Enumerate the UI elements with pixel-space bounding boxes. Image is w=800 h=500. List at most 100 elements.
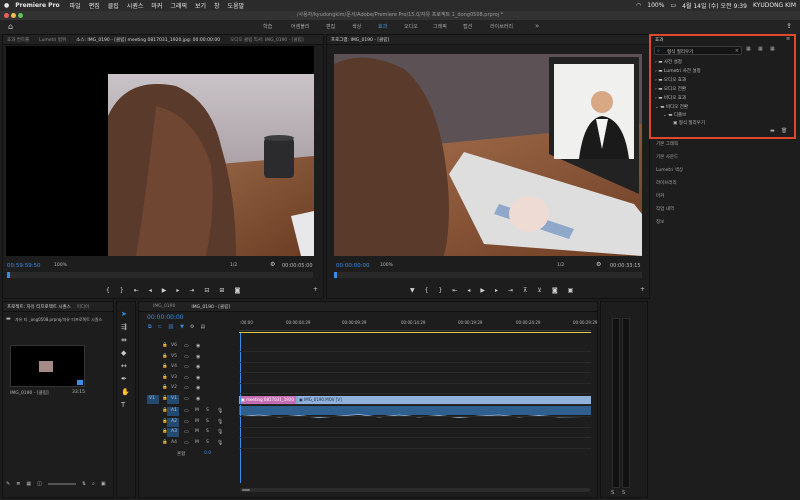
program-mark-out-icon[interactable]: }: [438, 287, 442, 294]
go-to-out-icon[interactable]: ⇥: [189, 287, 194, 294]
mark-out-icon[interactable]: }: [120, 287, 124, 294]
source-playhead[interactable]: [7, 272, 10, 278]
lock-icon[interactable]: 🔒: [162, 375, 168, 380]
menu-file[interactable]: 파일: [70, 1, 81, 10]
work-area-bar[interactable]: [239, 332, 591, 333]
solo-button[interactable]: S: [206, 419, 209, 424]
lift-icon[interactable]: ⊼: [523, 287, 527, 294]
lock-icon[interactable]: 🔒: [162, 396, 168, 401]
workspace-tab-captions[interactable]: 캡션: [463, 23, 472, 30]
extract-icon[interactable]: ⊻: [537, 287, 541, 294]
sync-lock-icon[interactable]: ▭: [184, 429, 189, 435]
mute-button[interactable]: M: [195, 419, 199, 424]
track-label-v4[interactable]: V4: [171, 364, 177, 369]
program-mark-in-icon[interactable]: {: [425, 287, 429, 294]
eye-icon[interactable]: ◉: [196, 343, 200, 349]
pen-tool-icon[interactable]: ✒: [121, 375, 130, 383]
track-label-v3[interactable]: V3: [171, 375, 177, 380]
step-forward-icon[interactable]: ▸: [176, 287, 179, 294]
track-label-v1[interactable]: V1: [171, 396, 177, 401]
program-timecode[interactable]: 00:00:00:00: [336, 263, 370, 269]
tab-effect-controls[interactable]: 효과 컨트롤: [7, 37, 29, 43]
new-item-icon[interactable]: ▣: [101, 481, 106, 487]
workspace-tab-learn[interactable]: 학습: [263, 23, 272, 30]
camera-icon[interactable]: ◙: [234, 287, 240, 294]
user-name[interactable]: KYUDONG KIM: [753, 2, 796, 9]
overwrite-icon[interactable]: ⊞: [219, 287, 224, 294]
selection-tool-icon[interactable]: ➤: [121, 310, 130, 318]
eye-icon[interactable]: ◉: [196, 375, 200, 381]
close-window-button[interactable]: [4, 13, 9, 18]
sync-lock-icon[interactable]: ▭: [184, 385, 189, 391]
minimize-window-button[interactable]: [11, 13, 16, 18]
source-timecode[interactable]: 00:59:59:50: [7, 263, 41, 269]
source-zoom-select[interactable]: 100%: [54, 263, 67, 268]
battery-icon[interactable]: ▭: [670, 2, 676, 9]
mic-icon[interactable]: 🎙: [217, 440, 223, 446]
home-icon[interactable]: ⌂: [8, 22, 13, 31]
panel-lumetri-color[interactable]: Lumetri 색상: [656, 167, 683, 173]
mix-value[interactable]: 0.0: [204, 451, 211, 456]
workspace-tab-audio[interactable]: 오디오: [404, 23, 418, 30]
track-select-tool-icon[interactable]: ⇶: [121, 323, 130, 331]
menu-graphics[interactable]: 그래픽: [170, 1, 187, 10]
tab-project[interactable]: 프로젝트: 자유 티프로젝트 시퀀스: [7, 304, 71, 310]
menu-sequence[interactable]: 시퀀스: [127, 1, 144, 10]
zoom-window-button[interactable]: [18, 13, 23, 18]
eye-icon[interactable]: ◉: [196, 364, 200, 370]
icon-view-icon[interactable]: ▦: [26, 481, 31, 487]
track-label-a1[interactable]: A1: [171, 408, 177, 413]
menu-help[interactable]: 도움말: [228, 1, 245, 10]
play-icon[interactable]: ▶: [162, 287, 167, 294]
workspace-tab-effects[interactable]: 효과: [378, 23, 387, 30]
panel-libraries[interactable]: 라이브러리: [656, 180, 677, 186]
list-view-icon[interactable]: ≣: [16, 481, 20, 487]
wrench-icon[interactable]: ⚙: [270, 261, 275, 268]
lock-icon[interactable]: 🔒: [162, 343, 168, 348]
program-step-back-icon[interactable]: ◂: [467, 287, 470, 294]
sync-lock-icon[interactable]: ▭: [184, 396, 189, 402]
workspace-tab-libraries[interactable]: 라이브러리: [490, 23, 513, 30]
menu-window[interactable]: 창: [214, 1, 220, 10]
workspace-tab-graphics[interactable]: 그래픽: [433, 23, 447, 30]
mic-icon[interactable]: 🎙: [217, 408, 223, 414]
track-label-v5[interactable]: V5: [171, 354, 177, 359]
add-marker-icon[interactable]: ▼: [410, 287, 415, 294]
mark-in-icon[interactable]: {: [106, 287, 110, 294]
source-scrubber[interactable]: [7, 272, 313, 278]
add-marker-timeline-icon[interactable]: ▼: [180, 324, 184, 330]
pencil-icon[interactable]: ✎: [6, 481, 10, 487]
clip-thumbnail[interactable]: [10, 345, 85, 387]
solo-button[interactable]: S: [206, 408, 209, 413]
eye-icon[interactable]: ◉: [196, 385, 200, 391]
tab-source[interactable]: 소스: IMG_0190 - [클립] meeting 0817031_1920…: [76, 37, 220, 43]
panel-history[interactable]: 작업 내역: [656, 206, 674, 212]
lock-icon[interactable]: 🔒: [162, 364, 168, 369]
sync-lock-icon[interactable]: ▭: [184, 343, 189, 349]
sync-lock-icon[interactable]: ▭: [184, 375, 189, 381]
track-label-v2[interactable]: V2: [171, 385, 177, 390]
nest-icon[interactable]: ⧉: [148, 324, 152, 330]
menu-marker[interactable]: 마커: [151, 1, 162, 10]
slip-tool-icon[interactable]: ↔: [121, 362, 130, 370]
program-go-to-out-icon[interactable]: ⇥: [508, 287, 513, 294]
search-bin-icon[interactable]: ⌕: [92, 481, 95, 487]
source-resolution-select[interactable]: 1/2: [230, 263, 237, 268]
clock[interactable]: 4월 14일 (수) 오전 9:39: [682, 1, 747, 10]
sync-lock-icon[interactable]: ▭: [184, 354, 189, 360]
program-resolution-select[interactable]: 1/2: [557, 263, 564, 268]
workspace-tab-color[interactable]: 색상: [352, 23, 361, 30]
mute-button[interactable]: M: [195, 408, 199, 413]
program-add-button-icon[interactable]: +: [640, 286, 645, 293]
panel-markers[interactable]: 마커: [656, 193, 664, 199]
timeline-settings-icon[interactable]: ⚙: [190, 324, 194, 330]
program-wrench-icon[interactable]: ⚙: [596, 261, 601, 268]
tab-program[interactable]: 프로그램: IMG_0190 - [클립]: [331, 37, 389, 43]
timeline-scrollbar[interactable]: [240, 488, 590, 492]
solo-right-icon[interactable]: S: [622, 490, 625, 496]
scrollbar-thumb[interactable]: [242, 489, 250, 491]
comparison-view-icon[interactable]: ▣: [568, 287, 574, 294]
track-label-v6[interactable]: V6: [171, 343, 177, 348]
workspace-tab-edit[interactable]: 편집: [326, 23, 335, 30]
track-label-a2[interactable]: A2: [171, 419, 177, 424]
